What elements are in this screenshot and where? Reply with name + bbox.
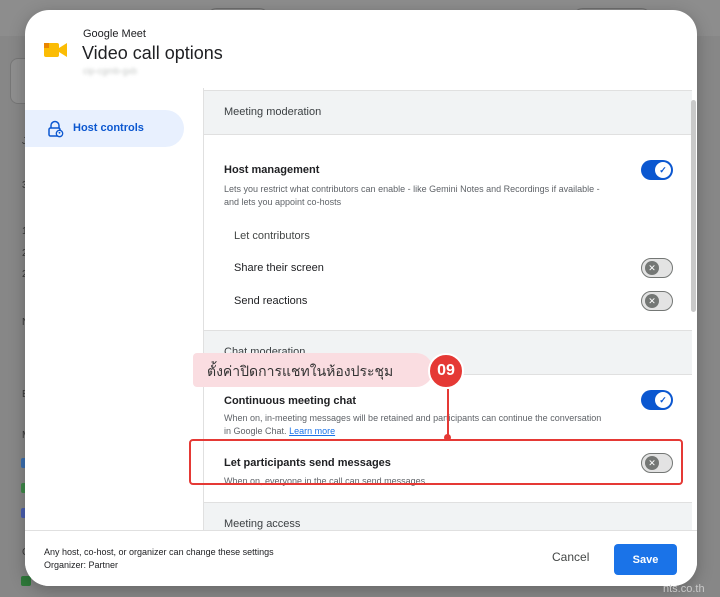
organizer-label: Organizer: Partner [44,560,119,570]
cancel-button[interactable]: Cancel [552,550,589,564]
host-management-title: Host management [224,164,320,176]
send-reactions-toggle[interactable]: ✕ [641,291,673,311]
lock-person-icon [48,120,64,138]
footer-note: Any host, co-host, or organizer can chan… [44,547,274,557]
dialog-header: Google Meet Video call options cip-cgmb-… [25,10,697,88]
section-header-meeting-access: Meeting access [204,502,692,530]
continuous-chat-description-text: When on, in-meeting messages will be ret… [224,413,602,436]
dialog-footer: Any host, co-host, or organizer can chan… [25,530,697,586]
annotation-highlight-box [189,439,683,485]
section-title: Meeting moderation [224,106,322,118]
video-call-options-dialog: Google Meet Video call options cip-cgmb-… [25,10,697,586]
annotation-step-badge: 09 [428,353,464,389]
save-button[interactable]: Save [614,544,677,575]
let-contributors-label: Let contributors [234,230,310,242]
meeting-code: cip-cgmb-gxb [83,66,138,76]
check-icon: ✓ [655,392,671,408]
continuous-chat-description: When on, in-meeting messages will be ret… [224,412,604,438]
section-header-meeting-moderation: Meeting moderation [204,90,692,135]
section-title: Meeting access [224,518,301,530]
google-meet-logo-icon [44,43,67,57]
continuous-chat-toggle[interactable]: ✓ [641,390,673,410]
host-management-description: Lets you restrict what contributors can … [224,184,600,207]
close-icon: ✕ [645,294,659,308]
sidebar-item-label: Host controls [73,122,144,134]
annotation-leader-dot [444,434,451,441]
share-screen-toggle[interactable]: ✕ [641,258,673,278]
close-icon: ✕ [645,261,659,275]
sidebar-item-host-controls[interactable]: Host controls [25,110,184,147]
check-icon: ✓ [655,162,671,178]
continuous-chat-title: Continuous meeting chat [224,395,356,407]
annotation-leader-line [447,389,449,437]
app-name: Google Meet [83,28,146,40]
content-scrollbar[interactable] [691,100,696,312]
annotation-callout: ตั้งค่าปิดการแชทในห้องประชุม [193,353,433,387]
sidebar: Host controls [25,88,203,530]
learn-more-link[interactable]: Learn more [289,426,335,436]
watermark: nts.co.th [663,583,705,595]
dialog-title: Video call options [82,43,223,63]
send-reactions-title: Send reactions [234,295,308,307]
host-management-toggle[interactable]: ✓ [641,160,673,180]
annotation-callout-text: ตั้งค่าปิดการแชทในห้องประชุม [207,364,394,380]
share-screen-title: Share their screen [234,262,324,274]
